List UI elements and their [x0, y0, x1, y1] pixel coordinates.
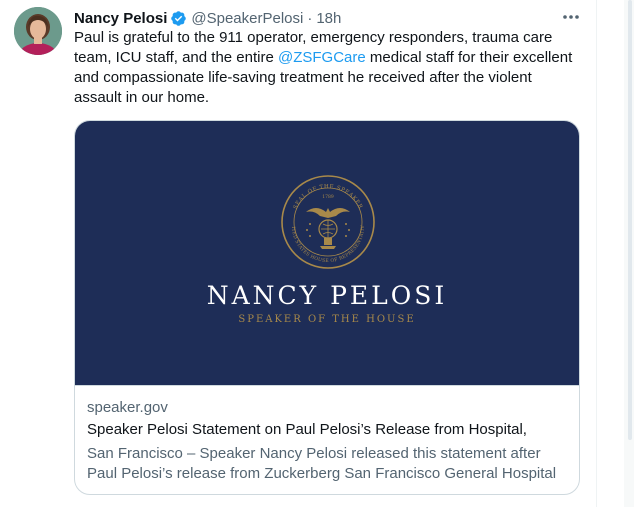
card-image-title: NANCY PELOSI [206, 281, 448, 310]
card-description: San Francisco – Speaker Nancy Pelosi rel… [87, 445, 557, 495]
link-card[interactable]: SEAL OF THE SPEAKER UNITED STATES HOUSE … [74, 120, 580, 495]
card-title[interactable]: Speaker Pelosi Statement on Paul Pelosi’… [87, 421, 527, 438]
avatar-image [14, 7, 62, 55]
seal-year: 1789 [322, 194, 334, 200]
more-horizontal-icon [563, 15, 579, 19]
author-name[interactable]: Nancy Pelosi [74, 10, 167, 27]
timeline-border [596, 0, 597, 507]
speaker-seal-icon: SEAL OF THE SPEAKER UNITED STATES HOUSE … [280, 174, 375, 269]
tweet-header: Nancy Pelosi @SpeakerPelosi · 18h [74, 8, 341, 28]
author-handle[interactable]: @SpeakerPelosi [191, 10, 303, 27]
verified-badge-icon[interactable] [170, 10, 187, 27]
mention-link[interactable]: @ZSFGCare [278, 49, 366, 66]
tweet-text: Paul is grateful to the 911 operator, em… [74, 28, 579, 108]
card-divider [75, 385, 579, 386]
scrollbar-thumb[interactable] [628, 0, 632, 440]
card-image[interactable]: SEAL OF THE SPEAKER UNITED STATES HOUSE … [75, 121, 579, 385]
card-domain: speaker.gov [87, 399, 168, 416]
card-image-subtitle: SPEAKER OF THE HOUSE [238, 314, 416, 325]
more-options-button[interactable] [561, 8, 581, 26]
separator-dot: · [307, 9, 313, 27]
avatar[interactable] [14, 7, 62, 55]
tweet-timestamp[interactable]: 18h [316, 10, 341, 27]
